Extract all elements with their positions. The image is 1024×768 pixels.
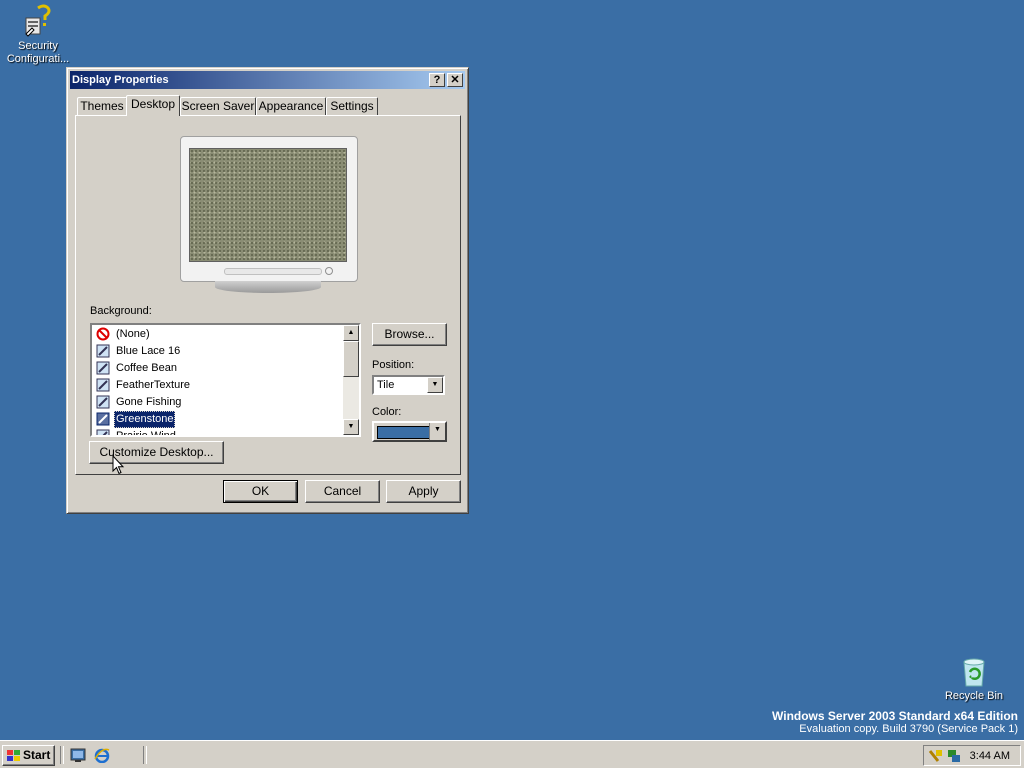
cancel-button[interactable]: Cancel [305, 480, 380, 503]
system-tray: 3:44 AM [923, 745, 1021, 766]
internet-explorer-icon[interactable] [94, 747, 110, 763]
recycle-bin-icon [963, 658, 985, 687]
os-edition-watermark: Windows Server 2003 Standard x64 Edition [772, 709, 1018, 723]
window-title: Display Properties [72, 74, 169, 86]
taskbar-separator [60, 746, 64, 764]
clock[interactable]: 3:44 AM [970, 750, 1010, 762]
tab-screen-saver[interactable]: Screen Saver [180, 97, 256, 115]
help-button[interactable]: ? [429, 73, 445, 87]
desktop-icon-recycle-bin[interactable]: Recycle Bin [936, 656, 1012, 703]
desktop-icon-label: Security Configurati... [6, 40, 70, 65]
tab-themes[interactable]: Themes [77, 97, 127, 115]
close-button[interactable]: ✕ [447, 73, 463, 87]
tab-appearance[interactable]: Appearance [256, 97, 326, 115]
apply-button[interactable]: Apply [386, 480, 461, 503]
taskbar: Start 3:44 AM [0, 740, 1024, 768]
start-button[interactable]: Start [2, 745, 55, 766]
tab-desktop[interactable]: Desktop [126, 95, 180, 116]
desktop-icon-label: Recycle Bin [944, 690, 1004, 702]
windows-logo-icon [7, 750, 20, 761]
title-bar[interactable]: Display Properties ? ✕ [70, 71, 465, 89]
desktop-tab-panel [75, 115, 461, 475]
network-tray-icon[interactable] [946, 748, 962, 764]
security-config-icon [25, 4, 51, 37]
tab-settings[interactable]: Settings [326, 97, 378, 115]
ok-button[interactable]: OK [223, 480, 298, 503]
mouse-cursor-icon [112, 455, 125, 475]
security-tray-icon[interactable] [928, 748, 944, 764]
build-watermark: Evaluation copy. Build 3790 (Service Pac… [799, 723, 1018, 735]
start-label: Start [23, 748, 51, 762]
desktop-icon[interactable] [70, 747, 86, 763]
desktop-icon-security-configuration[interactable]: Security Configurati... [0, 4, 76, 66]
taskbar-separator [143, 746, 147, 764]
